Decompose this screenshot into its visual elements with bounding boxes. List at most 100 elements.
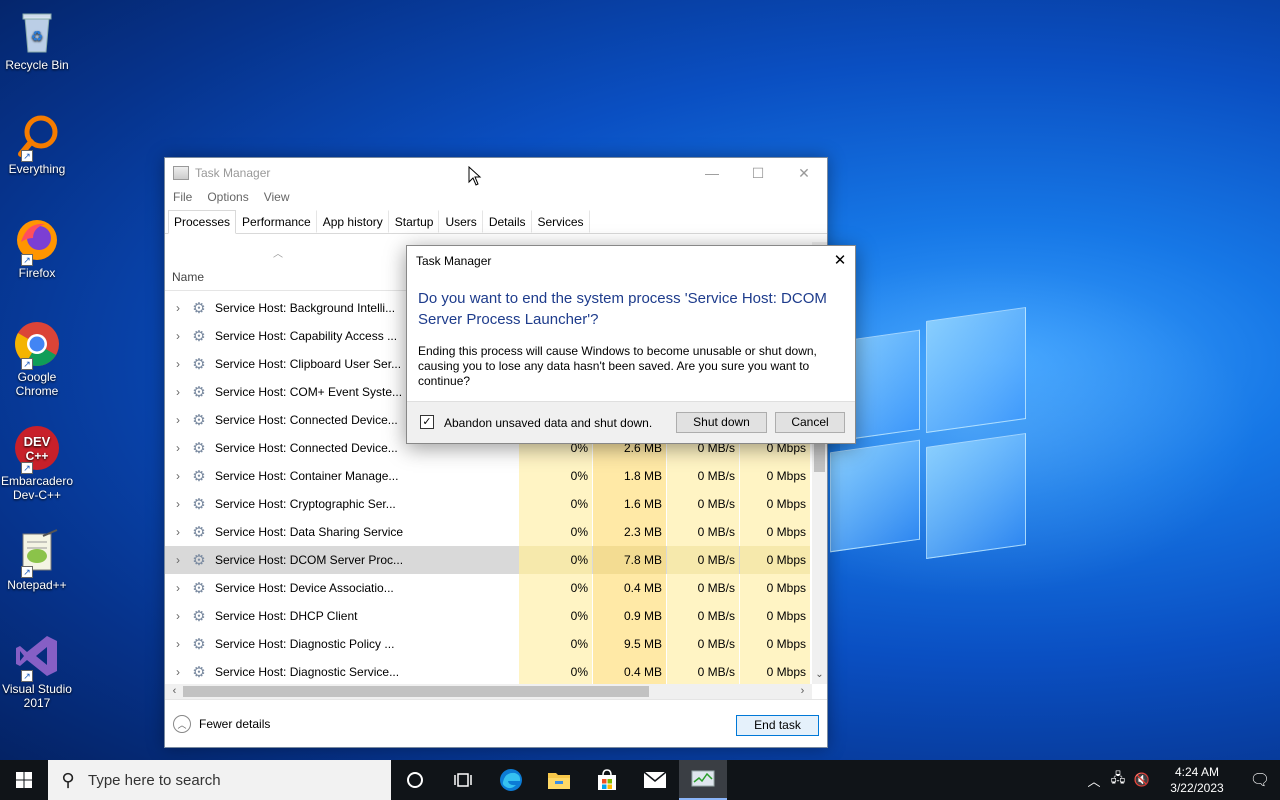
network-icon[interactable]: 🖧	[1106, 769, 1130, 791]
shortcut-arrow-icon: ↗	[21, 358, 33, 370]
scroll-right-arrow-icon[interactable]: ›	[795, 684, 810, 699]
menu-file[interactable]: File	[173, 188, 192, 208]
taskbar-task-manager[interactable]	[679, 760, 727, 800]
taskbar-search-box[interactable]: ⚲ Type here to search	[48, 760, 391, 800]
expand-chevron-icon[interactable]: ›	[165, 497, 191, 511]
shortcut-arrow-icon: ↗	[21, 150, 33, 162]
table-row[interactable]: › ⚙ Service Host: DHCP Client 0% 0.9 MB 0 MB/…	[165, 602, 810, 630]
gear-icon: ⚙	[192, 328, 206, 345]
tab-processes[interactable]: Processes	[168, 210, 237, 234]
column-header-name[interactable]: Name	[172, 270, 204, 284]
end-task-button[interactable]: End task	[736, 715, 819, 736]
tab-users[interactable]: Users	[439, 210, 483, 233]
horizontal-scrollbar[interactable]: ‹ ›	[165, 684, 812, 699]
close-icon[interactable]: ✕	[825, 246, 855, 276]
start-button[interactable]	[0, 760, 48, 800]
menu-view[interactable]: View	[264, 188, 290, 208]
cancel-button[interactable]: Cancel	[775, 412, 845, 433]
table-row[interactable]: › ⚙ Service Host: DCOM Server Proc... 0% 7.8…	[165, 546, 810, 574]
checkbox-label[interactable]: Abandon unsaved data and shut down.	[444, 416, 652, 430]
abandon-data-checkbox[interactable]: ✓	[420, 415, 434, 429]
taskbar-store[interactable]	[583, 760, 631, 800]
memory-cell: 0.4 MB	[593, 658, 666, 684]
tab-app-history[interactable]: App history	[317, 210, 389, 233]
action-center-icon[interactable]: 🗨	[1240, 770, 1280, 790]
end-process-dialog: Task Manager ✕ Do you want to end the sy…	[406, 245, 856, 444]
disk-cell: 0 MB/s	[667, 546, 739, 574]
devcpp-icon: DEV C++ ↗	[13, 424, 61, 474]
desktop-icon-firefox[interactable]: ↗ Firefox	[0, 216, 74, 280]
taskbar-edge[interactable]	[487, 760, 535, 800]
expand-chevron-icon[interactable]: ›	[165, 357, 191, 371]
expand-chevron-icon[interactable]: ›	[165, 441, 191, 455]
scroll-down-arrow-icon[interactable]: ⌄	[812, 669, 827, 684]
table-row[interactable]: › ⚙ Service Host: Device Associatio... 0% 0.…	[165, 574, 810, 602]
desktop-icon-everything[interactable]: ↗ Everything	[0, 112, 74, 176]
maximize-icon[interactable]: ☐	[735, 158, 781, 188]
desktop-icon-chrome[interactable]: ↗ Google Chrome	[0, 320, 74, 398]
desktop-icon-label: Firefox	[18, 266, 56, 280]
desktop-icon-visual-studio[interactable]: ↗ Visual Studio 2017	[0, 632, 74, 710]
expand-chevron-icon[interactable]: ›	[165, 301, 191, 315]
close-icon[interactable]: ✕	[781, 158, 827, 188]
expand-chevron-icon[interactable]: ›	[165, 665, 191, 679]
shut-down-button[interactable]: Shut down	[676, 412, 767, 433]
desktop-icon-devcpp[interactable]: DEV C++ ↗ Embarcadero Dev-C++	[0, 424, 74, 502]
expand-chevron-icon[interactable]: ›	[165, 609, 191, 623]
expand-chevron-icon[interactable]: ›	[165, 413, 191, 427]
disk-cell: 0 MB/s	[667, 630, 739, 658]
network-cell: 0 Mbps	[740, 630, 810, 658]
expand-chevron-icon[interactable]: ›	[165, 469, 191, 483]
scrollbar-thumb[interactable]	[183, 686, 649, 697]
memory-cell: 1.8 MB	[593, 462, 666, 490]
scroll-left-arrow-icon[interactable]: ‹	[167, 684, 182, 699]
network-cell: 0 Mbps	[740, 518, 810, 546]
fewer-details-button[interactable]: ︿ Fewer details	[173, 715, 270, 733]
desktop-icon-recycle-bin[interactable]: ♻ Recycle Bin	[0, 8, 74, 72]
tab-startup[interactable]: Startup	[389, 210, 440, 233]
chevron-up-icon: ︿	[173, 715, 191, 733]
clock-date: 3/22/2023	[1170, 781, 1224, 795]
volume-muted-icon[interactable]: 🔇	[1130, 772, 1154, 788]
desktop-icon-label: Recycle Bin	[5, 58, 69, 72]
table-row[interactable]: › ⚙ Service Host: Diagnostic Policy ... 0% 9…	[165, 630, 810, 658]
table-row[interactable]: › ⚙ Service Host: Cryptographic Ser... 0% 1.…	[165, 490, 810, 518]
network-cell: 0 Mbps	[740, 574, 810, 602]
search-placeholder: Type here to search	[88, 771, 221, 789]
task-view-button[interactable]	[439, 760, 487, 800]
show-hidden-icons-chevron-icon[interactable]: ︿	[1082, 771, 1106, 790]
disk-cell: 0 MB/s	[667, 462, 739, 490]
disk-cell: 0 MB/s	[667, 574, 739, 602]
taskbar-file-explorer[interactable]	[535, 760, 583, 800]
gear-icon: ⚙	[192, 440, 206, 457]
cortana-button[interactable]	[391, 760, 439, 800]
minimize-icon[interactable]: —	[689, 158, 735, 188]
clock-time: 4:24 AM	[1174, 765, 1220, 779]
expand-chevron-icon[interactable]: ›	[165, 637, 191, 651]
expand-chevron-icon[interactable]: ›	[165, 329, 191, 343]
gear-icon: ⚙	[192, 552, 206, 569]
dialog-title[interactable]: Task Manager	[407, 246, 855, 276]
desktop-icon-notepadpp[interactable]: ↗ Notepad++	[0, 528, 74, 592]
table-row[interactable]: › ⚙ Service Host: Diagnostic Service... 0% 0…	[165, 658, 810, 684]
table-row[interactable]: › ⚙ Service Host: Container Manage... 0% 1.8…	[165, 462, 810, 490]
table-row[interactable]: › ⚙ Service Host: Data Sharing Service 0% 2.…	[165, 518, 810, 546]
taskbar-clock[interactable]: 4:24 AM 3/22/2023	[1162, 764, 1232, 796]
svg-text:♻: ♻	[31, 28, 44, 44]
tab-services[interactable]: Services	[532, 210, 590, 233]
taskbar-mail[interactable]	[631, 760, 679, 800]
expand-chevron-icon[interactable]: ›	[165, 385, 191, 399]
process-name: Service Host: DHCP Client	[215, 609, 358, 623]
disk-cell: 0 MB/s	[667, 658, 739, 684]
expand-chevron-icon[interactable]: ›	[165, 581, 191, 595]
cpu-cell: 0%	[519, 574, 592, 602]
tab-details[interactable]: Details	[483, 210, 532, 233]
expand-chevron-icon[interactable]: ›	[165, 525, 191, 539]
expand-chevron-icon[interactable]: ›	[165, 553, 191, 567]
menu-bar: File Options View	[165, 188, 827, 208]
gear-icon: ⚙	[192, 468, 206, 485]
network-cell: 0 Mbps	[740, 546, 810, 574]
network-cell: 0 Mbps	[740, 462, 810, 490]
menu-options[interactable]: Options	[207, 188, 248, 208]
tab-performance[interactable]: Performance	[236, 210, 317, 233]
